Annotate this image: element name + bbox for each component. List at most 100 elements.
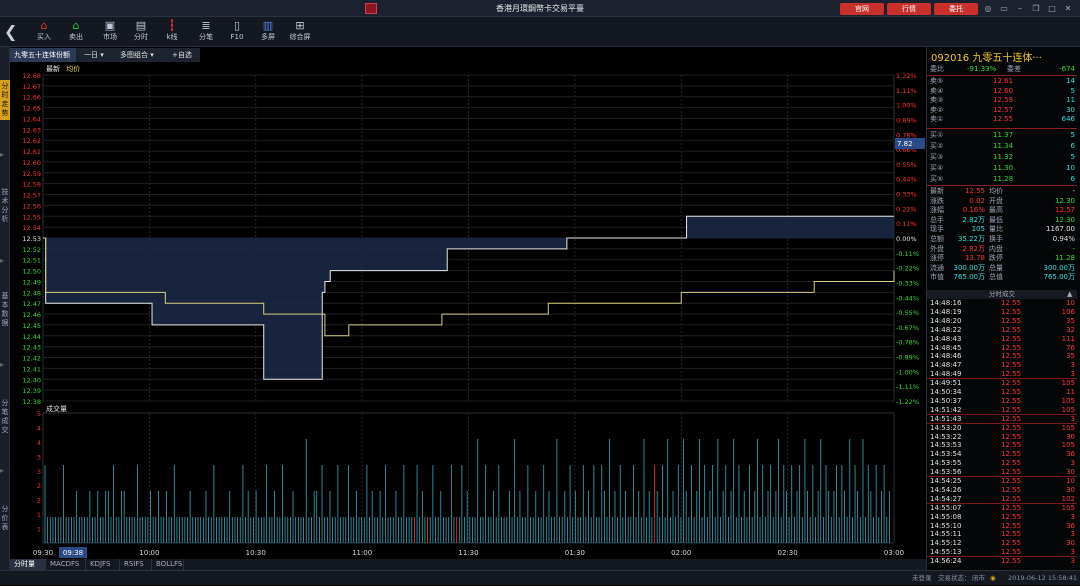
ask-volume: 30 — [1066, 105, 1075, 114]
add-watchlist-button[interactable]: +自选 — [168, 48, 200, 62]
price-tick-label: 12.61 — [22, 148, 41, 156]
stat-value: 300.00万 — [1043, 263, 1076, 272]
stock-code-name: 092016 九零五十连体··· — [931, 53, 1042, 64]
timeline-icon: ▤ — [135, 19, 147, 32]
toolbar-label: 分时 — [134, 33, 148, 41]
minimize-icon[interactable]: – — [1014, 3, 1026, 15]
period-select[interactable]: 一日 ▾ — [80, 48, 114, 62]
stat-label: 涨停 — [930, 254, 944, 263]
stat-row: 最新 12.55 均价 - — [927, 187, 1077, 196]
toolbar-button-ticks[interactable]: ≣ 分笔 — [192, 19, 220, 45]
indicator-tab-3[interactable]: RSIFS — [120, 559, 152, 570]
trade-volume: 30 — [1066, 432, 1075, 441]
indicator-tab-0[interactable]: 分时量 — [10, 559, 46, 570]
stat-value: 0.94% — [1052, 235, 1075, 243]
trade-price: 12.55 — [1001, 432, 1022, 441]
toolbar-button-candlestick[interactable]: ┇ k线 — [158, 19, 186, 45]
leftnav-item-4[interactable]: 分价表 — [0, 503, 10, 534]
stat-value: 11.28 — [1054, 254, 1075, 263]
price-tick-label: 12.67 — [22, 83, 41, 91]
trades-header[interactable]: 分时成交 — [927, 290, 1077, 299]
trade-status-label: 交易状态： — [938, 574, 971, 582]
sort-up-icon[interactable]: ▲ — [1067, 290, 1072, 298]
trade-time: 14:48:20 — [930, 316, 962, 325]
volume-tick-label: 2 — [37, 497, 41, 505]
pct-tick-label: 1.22% — [896, 72, 917, 80]
trade-row: 14:54:26 12.55 30 — [927, 486, 1077, 495]
toolbar-button-sell[interactable]: ⌂ 卖出 — [62, 19, 90, 45]
pct-tick-label: -0.44% — [896, 294, 919, 302]
leftnav-item-0[interactable]: 分时走势 — [0, 80, 10, 120]
stat-label: 开盘 — [989, 196, 1003, 205]
toolbar-button-f10[interactable]: ▯ F10 — [223, 19, 251, 45]
ask-label: 卖② — [930, 105, 944, 114]
official-site-button[interactable]: 官网 — [840, 3, 884, 15]
skin-icon[interactable]: ▭ — [998, 3, 1010, 15]
trade-row: 14:48:43 12.55 111 — [927, 335, 1077, 344]
stat-label: 市值 — [930, 273, 944, 282]
intraday-chart[interactable]: 12.68 12.67 12.66 12.65 12.64 12.63 12.62 12.61… — [10, 62, 926, 559]
expand-arrow-icon[interactable]: ▸ — [0, 466, 8, 478]
price-tick-label: 12.48 — [22, 289, 41, 297]
toolbar-button-multiscreen[interactable]: ▥ 多屏 — [254, 19, 282, 45]
volume-tick-label: 2 — [37, 482, 41, 490]
time-tick-label: 11:00 — [352, 549, 372, 557]
toolbar-button-market[interactable]: ▣ 市场 — [96, 19, 124, 45]
price-tick-label: 12.51 — [22, 257, 41, 265]
settings-icon[interactable]: ◎ — [982, 3, 994, 15]
pct-tick-label: -1.00% — [896, 368, 919, 376]
leftnav-item-1[interactable]: 技术分析 — [0, 186, 10, 226]
pct-tick-label: 0.33% — [896, 191, 917, 199]
trade-price: 12.55 — [1001, 557, 1022, 566]
trade-button[interactable]: 委托 — [934, 3, 978, 15]
stat-label: 最新 — [930, 187, 944, 195]
back-arrow-icon[interactable]: ❮ — [4, 22, 17, 41]
trade-row: 14:48:16 12.55 10 — [927, 299, 1077, 308]
expand-arrow-icon[interactable]: ▸ — [0, 150, 8, 162]
stock-name-tab[interactable]: 九零五十连体份额 — [10, 48, 76, 62]
toolbar-button-timeline[interactable]: ▤ 分时 — [127, 19, 155, 45]
expand-arrow-icon[interactable]: ▸ — [0, 360, 8, 372]
ask-label: 卖③ — [930, 96, 944, 104]
trade-price: 12.55 — [1001, 512, 1022, 521]
trade-price: 12.55 — [1001, 521, 1022, 530]
maximize-icon[interactable]: □ — [1046, 3, 1058, 15]
trade-price: 12.55 — [1001, 459, 1022, 468]
trade-time: 14:49:51 — [930, 379, 962, 388]
ask-volume: 646 — [1061, 115, 1075, 123]
indicator-tab-1[interactable]: MACDFS — [46, 559, 86, 570]
market-button[interactable]: 行情 — [887, 3, 931, 15]
trade-time: 14:53:22 — [930, 432, 962, 441]
stat-value: 13.78 — [964, 254, 985, 263]
restore-icon[interactable]: ❐ — [1030, 3, 1042, 15]
time-tick-label: 10:30 — [246, 549, 266, 557]
toolbar-button-composite[interactable]: ⊞ 综合屏 — [286, 19, 314, 45]
stat-value: 0.02 — [969, 196, 985, 205]
indicator-tab-4[interactable]: BOLLFS — [152, 559, 184, 570]
close-icon[interactable]: ✕ — [1062, 3, 1074, 15]
pct-tick-label: -0.55% — [896, 309, 919, 317]
leftnav-item-3[interactable]: 分笔成交 — [0, 397, 10, 437]
expand-arrow-icon[interactable]: ▸ — [0, 256, 8, 268]
time-tick-label: 03:00 — [884, 549, 904, 557]
combo-select[interactable]: 多图组合 ▾ — [116, 48, 164, 62]
indicator-tab-2[interactable]: KDJFS — [86, 559, 120, 570]
pct-tick-label: -0.89% — [896, 354, 919, 362]
price-tick-label: 12.68 — [22, 72, 41, 80]
trade-time: 14:55:12 — [930, 539, 962, 548]
leftnav-item-2[interactable]: 基本数据 — [0, 290, 10, 330]
toolbar-button-buy[interactable]: ⌂ 买入 — [30, 19, 58, 45]
toolbar-label: 综合屏 — [289, 33, 311, 41]
bid-volume: 6 — [1070, 175, 1075, 183]
pct-tick-label: -1.11% — [896, 383, 919, 391]
stat-label: 最高 — [989, 206, 1003, 215]
separator — [927, 75, 1077, 76]
trade-volume: 3 — [1070, 512, 1075, 521]
pct-tick-label: 0.55% — [896, 161, 917, 169]
ask-volume: 5 — [1070, 86, 1075, 95]
bid-row: 买③ 11.32 5 — [927, 153, 1077, 162]
price-tick-label: 12.55 — [22, 213, 41, 221]
trade-row: 14:48:22 12.55 32 — [927, 326, 1077, 335]
pct-tick-label: -1.22% — [896, 398, 919, 406]
volume-tick-label: 4 — [37, 424, 41, 432]
